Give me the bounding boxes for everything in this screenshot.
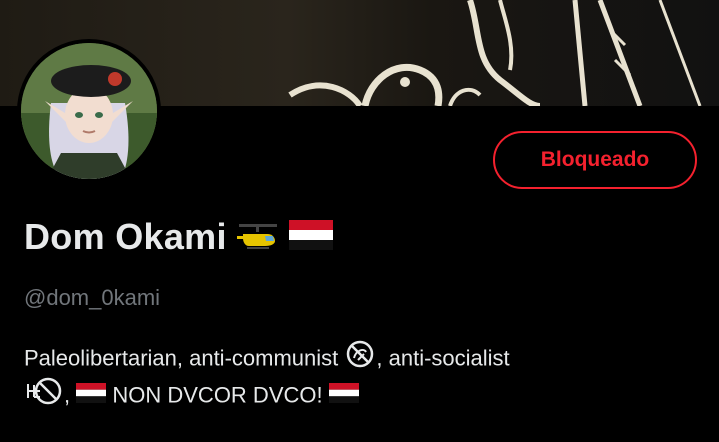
yemen-flag-icon bbox=[76, 380, 107, 411]
bio-text-3: , bbox=[64, 382, 71, 408]
yemen-flag-icon bbox=[288, 219, 333, 255]
display-name-row: Dom Okami bbox=[24, 216, 333, 258]
user-handle: @dom_0kami bbox=[24, 285, 161, 310]
display-name: Dom Okami bbox=[24, 216, 227, 257]
blocked-button[interactable]: Bloqueado bbox=[493, 131, 697, 189]
no-swastika-icon bbox=[24, 376, 64, 414]
avatar[interactable] bbox=[17, 39, 161, 183]
no-hammer-sickle-icon bbox=[344, 340, 376, 376]
bio-text-2: , anti-socialist bbox=[376, 345, 510, 371]
bio-text-1: Paleolibertarian, anti-communist bbox=[24, 345, 339, 371]
avatar-image bbox=[21, 43, 157, 179]
profile-bio: Paleolibertarian, anti-communist , anti-… bbox=[24, 340, 704, 414]
helicopter-icon bbox=[236, 220, 279, 255]
yemen-flag-icon bbox=[328, 380, 359, 411]
bio-text-4: NON DVCOR DVCO! bbox=[112, 382, 323, 408]
